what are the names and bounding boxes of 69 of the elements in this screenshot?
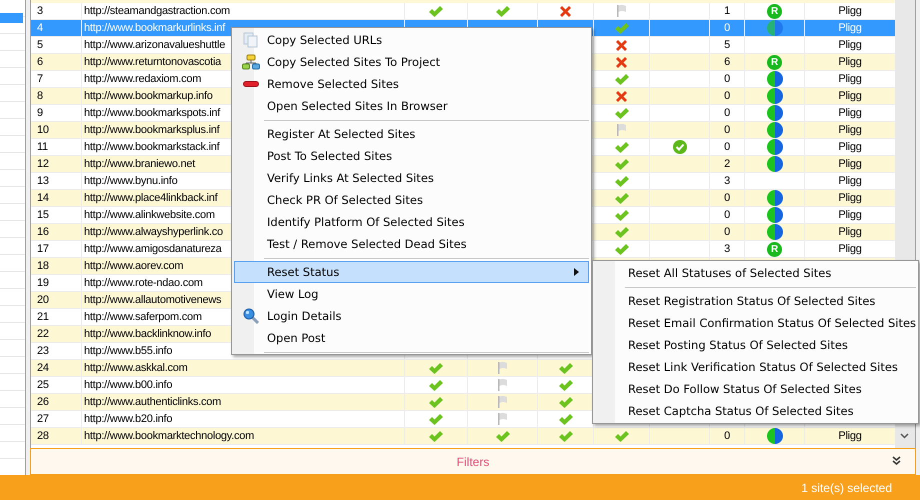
table-cell: 5 (724, 39, 730, 51)
table-cell: 19 (31, 275, 82, 291)
table-cell: 15 (31, 207, 82, 223)
rank-badge: R (767, 242, 782, 256)
table-cell: Pligg (838, 243, 862, 255)
table-cell: Pligg (838, 5, 862, 17)
table-cell: 12 (31, 156, 82, 172)
table-cell: 8 (31, 88, 82, 104)
table-cell: 6 (724, 56, 730, 68)
table-cell: 28 (31, 428, 82, 444)
filters-label: Filters (456, 454, 490, 468)
table-cell: 17 (31, 241, 82, 257)
table-cell: Pligg (838, 175, 862, 187)
table-cell: 18 (31, 258, 82, 274)
table-cell: 11 (31, 139, 82, 155)
table-cell: 24 (31, 360, 82, 376)
table-cell: 2 (724, 158, 730, 170)
table-cell: 0 (724, 107, 730, 119)
table-cell: 23 (31, 343, 82, 359)
table-cell: 22 (31, 326, 82, 342)
table-cell: Pligg (838, 73, 862, 85)
table-cell: 7 (31, 71, 82, 87)
table-cell: 3 (724, 175, 730, 187)
status-text: 1 site(s) selected (801, 480, 892, 494)
table-cell: Pligg (838, 192, 862, 204)
table-cell: 20 (31, 292, 82, 308)
table-cell: 0 (724, 22, 730, 34)
table-cell: Pligg (838, 107, 862, 119)
table-cell: http://www.askkal.com (82, 360, 405, 376)
table-cell: 10 (31, 122, 82, 138)
table-cell: 0 (724, 209, 730, 221)
table-cell: 6 (31, 54, 82, 70)
table-cell: 0 (724, 141, 730, 153)
table-cell: Pligg (838, 158, 862, 170)
table-cell: http://www.bookmarktechnology.com (82, 428, 405, 444)
table-cell: 4 (31, 20, 82, 36)
table-cell: 3 (31, 3, 82, 19)
table-cell: 0 (724, 124, 730, 136)
table-cell: Pligg (838, 124, 862, 136)
table-cell: 25 (31, 377, 82, 393)
table-cell: http://www.authenticlinks.com (82, 394, 405, 410)
table-cell: http://www.b20.info (82, 411, 405, 427)
table-cell: Pligg (838, 22, 862, 34)
table-cell: 0 (724, 192, 730, 204)
table-cell: Pligg (838, 430, 862, 442)
table-cell: 14 (31, 190, 82, 206)
rank-badge: R (767, 54, 782, 70)
table-cell: Pligg (838, 209, 862, 221)
table-cell: Pligg (838, 141, 862, 153)
table-cell: 0 (724, 73, 730, 85)
table-cell: 1 (724, 5, 730, 17)
table-cell: Pligg (838, 90, 862, 102)
table-cell: 21 (31, 309, 82, 325)
table-cell: Pligg (838, 56, 862, 68)
table-cell: 26 (31, 394, 82, 410)
table-cell: 27 (31, 411, 82, 427)
rank-badge: R (767, 4, 782, 18)
table-cell: 0 (724, 430, 730, 442)
table-cell: 16 (31, 224, 82, 240)
table-cell: 0 (724, 226, 730, 238)
table-cell: Pligg (838, 39, 862, 51)
table-cell: 9 (31, 105, 82, 121)
table-cell: 3 (724, 243, 730, 255)
table-cell: Pligg (838, 226, 862, 238)
table-cell: http://steamandgastraction.com (82, 3, 405, 19)
table-cell: 0 (724, 90, 730, 102)
table-cell: 13 (31, 173, 82, 189)
table-cell: http://www.b00.info (82, 377, 405, 393)
table-cell: 5 (31, 37, 82, 53)
